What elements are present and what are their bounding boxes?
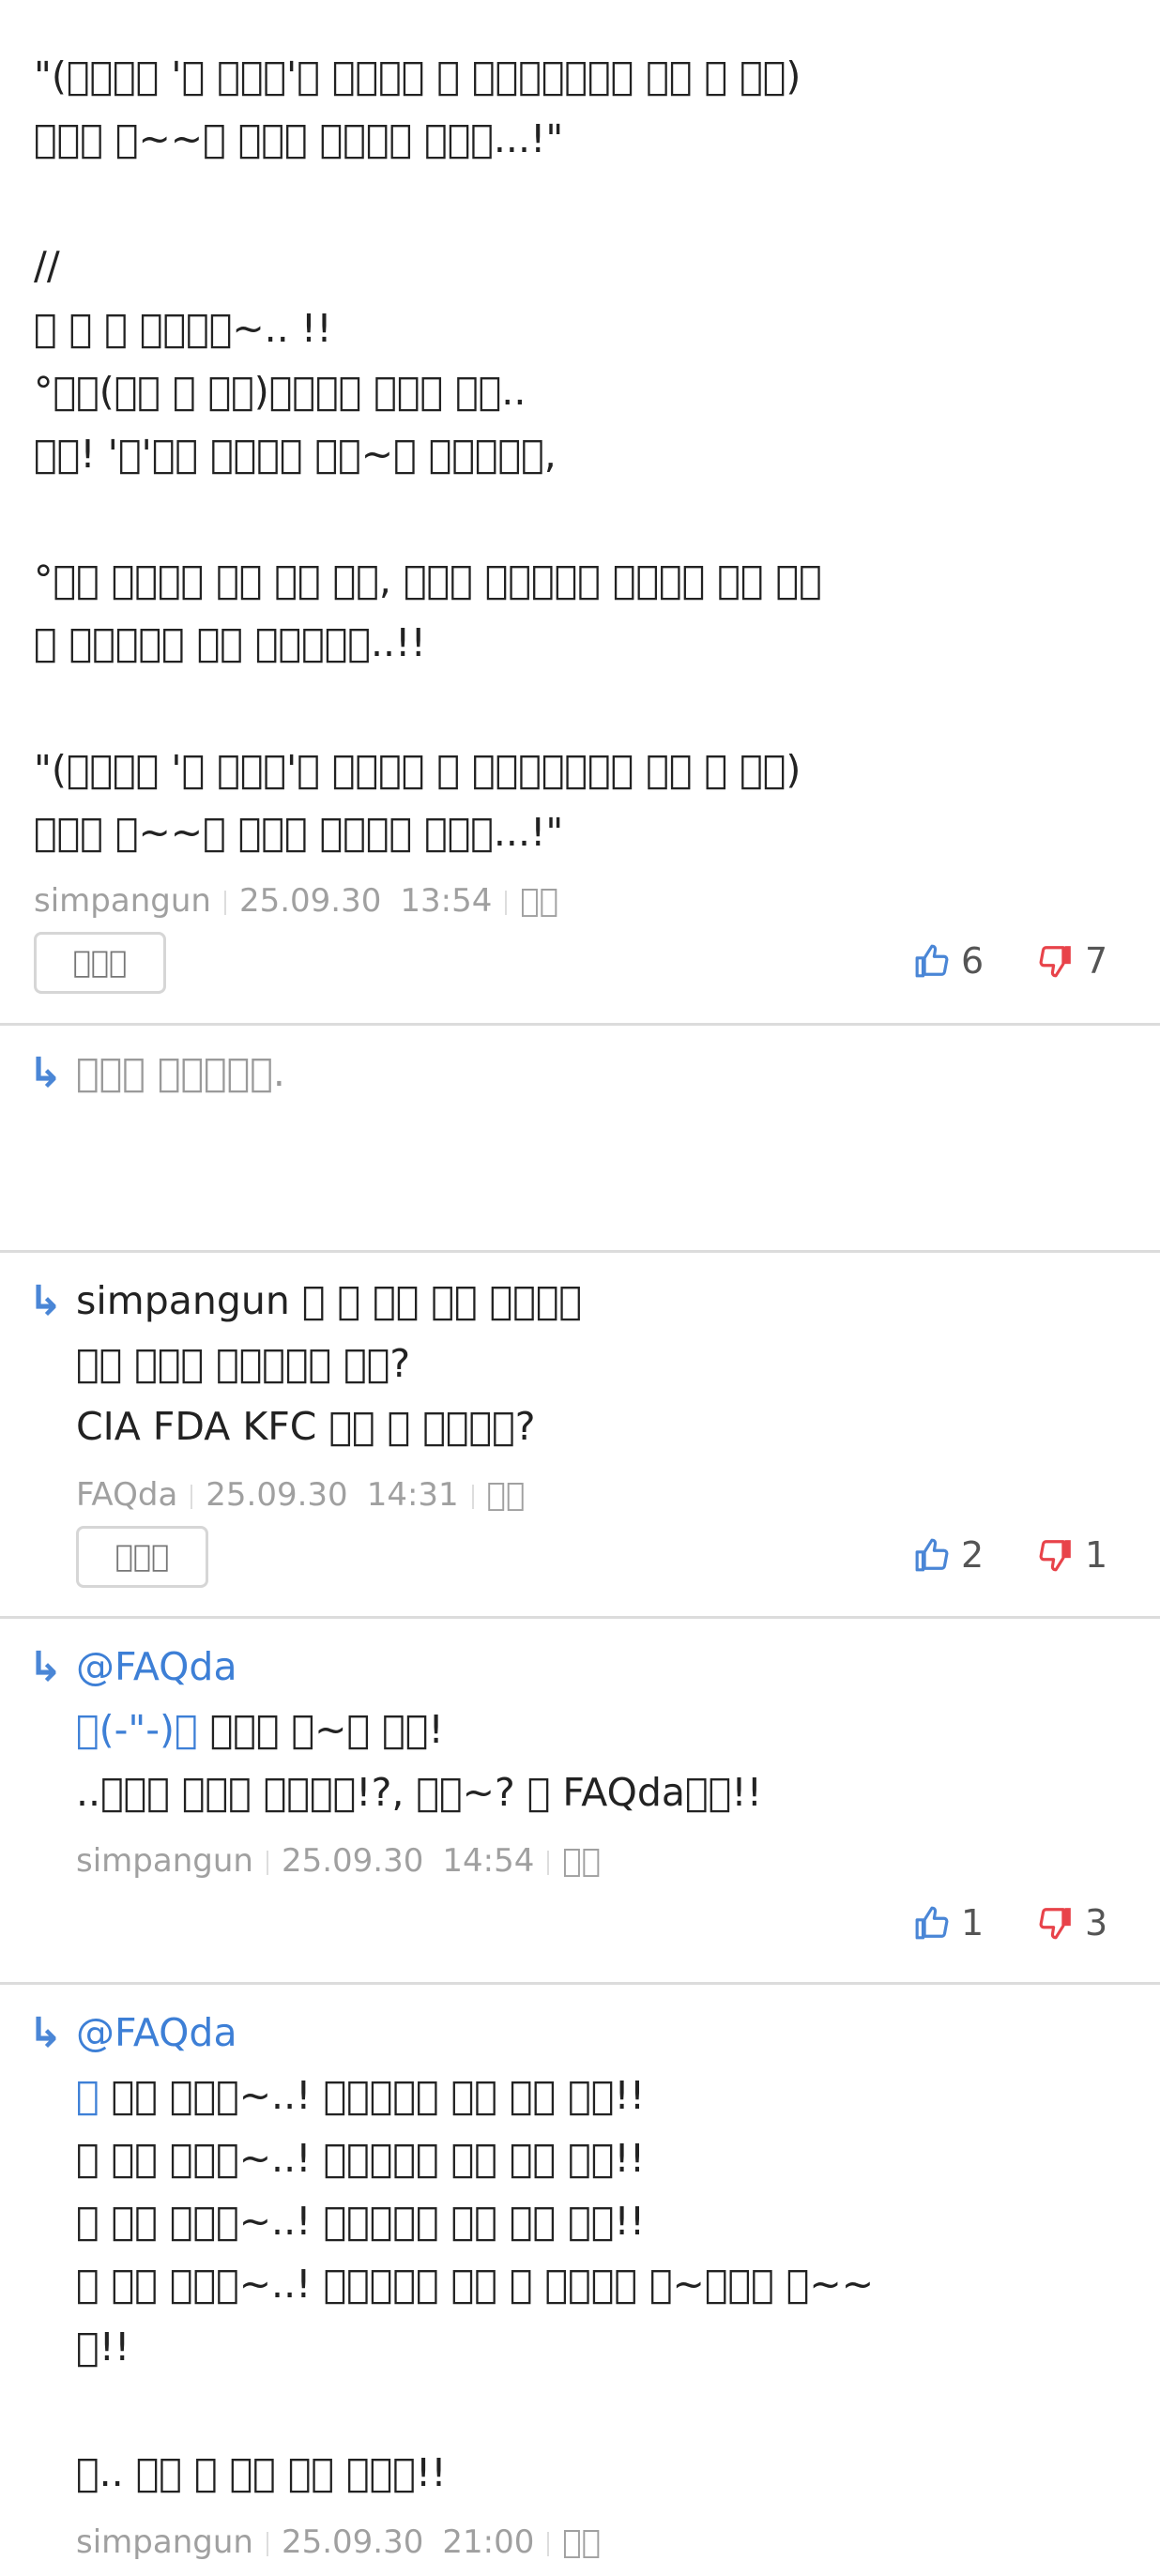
reply-arrow-icon: ↳ <box>28 2009 63 2057</box>
divider <box>0 1982 1160 1985</box>
comment-line: CIA FDA KFC 󰀀󰀀 󰀀 󰀀󰀀󰀀󰀀? <box>76 1404 536 1449</box>
comment-line: ..󰀀󰀀󰀀 󰀀󰀀󰀀 󰀀󰀀󰀀󰀀!?, 󰀀󰀀~? 󰀀 FAQda󰀀󰀀!! <box>76 1770 763 1815</box>
dislike-count: 3 <box>1085 1902 1108 1943</box>
author-name[interactable]: FAQda <box>76 1476 177 1514</box>
comment-line: 󰀀 󰀀󰀀󰀀󰀀󰀀 󰀀󰀀 󰀀󰀀󰀀󰀀󰀀..!! <box>34 620 426 665</box>
thumbs-down-icon <box>1039 1908 1071 1940</box>
dislike-button[interactable]: 1 <box>1038 1532 1107 1578</box>
dislike-button[interactable]: 7 <box>1038 937 1107 984</box>
like-button[interactable]: 6 <box>914 937 984 984</box>
like-count: 6 <box>961 940 984 982</box>
comment-date: 25.09.30 <box>238 882 382 920</box>
comment-line: 󰀀!! <box>76 2324 130 2370</box>
comment-line: 󰀀 󰀀󰀀 󰀀󰀀󰀀~..! 󰀀󰀀󰀀󰀀󰀀 󰀀󰀀 󰀀 󰀀󰀀󰀀󰀀 󰀀~󰀀󰀀󰀀 󰀀~~ <box>76 2262 875 2307</box>
comment-line: 󰀀 󰀀 󰀀 󰀀󰀀󰀀󰀀~.. !! <box>34 306 332 351</box>
report-link[interactable]: 󰀀󰀀 <box>487 1476 526 1514</box>
divider <box>0 1250 1160 1253</box>
comment-date: 25.09.30 <box>281 1842 424 1880</box>
mention-link[interactable]: @FAQda <box>76 2002 237 2065</box>
author-name[interactable]: simpangun <box>76 2523 253 2561</box>
like-button[interactable]: 1 <box>914 1899 984 1946</box>
report-link[interactable]: 󰀀󰀀 <box>562 1842 601 1880</box>
thumbs-up-icon <box>915 1906 949 1940</box>
reply-button[interactable]: 󰀀󰀀󰀀 <box>34 932 166 994</box>
emote: 󰀀(-"-)󰀀 <box>76 1707 198 1752</box>
divider <box>0 1023 1160 1026</box>
comment-time: 14:54 <box>442 1842 535 1880</box>
dislike-count: 7 <box>1085 940 1108 982</box>
comment-time: 13:54 <box>400 882 493 920</box>
comment-line: °󰀀󰀀 󰀀󰀀󰀀󰀀 󰀀󰀀 󰀀󰀀 󰀀󰀀, 󰀀󰀀󰀀 󰀀󰀀󰀀󰀀󰀀 󰀀󰀀󰀀󰀀 󰀀󰀀 󰀀󰀀 <box>34 557 822 602</box>
thumbs-up-icon <box>915 1538 949 1572</box>
mention-link[interactable]: @FAQda <box>76 1636 237 1699</box>
report-link[interactable]: 󰀀󰀀 <box>562 2523 601 2561</box>
reply-arrow-icon: ↳ <box>28 1277 63 1325</box>
author-name[interactable]: simpangun <box>34 882 211 920</box>
comment-meta: simpangun 25.09.30 14:54 󰀀󰀀 <box>76 1842 601 1880</box>
comment-line: simpangun 󰀀 󰀀 󰀀󰀀 󰀀󰀀 󰀀󰀀󰀀󰀀 <box>76 1278 583 1323</box>
like-button[interactable]: 2 <box>914 1532 984 1578</box>
comment-line: 󰀀󰀀 󰀀󰀀󰀀 󰀀󰀀󰀀󰀀󰀀 󰀀󰀀? <box>76 1341 411 1386</box>
dislike-button[interactable]: 3 <box>1038 1899 1107 1946</box>
comment-line: "(󰀀󰀀󰀀󰀀 '󰀀 󰀀󰀀󰀀'󰀀 󰀀󰀀󰀀󰀀 󰀀 󰀀󰀀󰀀󰀀󰀀󰀀󰀀 󰀀󰀀 󰀀 󰀀󰀀) <box>34 53 801 99</box>
comment-line: 󰀀󰀀! '󰀀'󰀀󰀀 󰀀󰀀󰀀󰀀 󰀀󰀀~󰀀 󰀀󰀀󰀀󰀀󰀀, <box>34 432 557 477</box>
comment-time: 14:31 <box>366 1476 459 1514</box>
comment-line: °󰀀󰀀(󰀀󰀀 󰀀 󰀀󰀀)󰀀󰀀󰀀󰀀 󰀀󰀀󰀀 󰀀󰀀.. <box>34 369 527 414</box>
comment-text: 󰀀󰀀 󰀀󰀀󰀀~..! 󰀀󰀀󰀀󰀀󰀀 󰀀󰀀 󰀀󰀀 󰀀󰀀!! <box>99 2073 646 2118</box>
dislike-count: 1 <box>1085 1534 1108 1576</box>
comment-line: 󰀀󰀀󰀀 󰀀~~󰀀 󰀀󰀀󰀀 󰀀󰀀󰀀󰀀 󰀀󰀀󰀀...!" <box>34 810 564 855</box>
comment-date: 25.09.30 <box>281 2523 424 2561</box>
report-link[interactable]: 󰀀󰀀 <box>520 882 558 920</box>
comment-meta: simpangun 25.09.30 13:54 󰀀󰀀 <box>34 882 558 920</box>
comment-line: 󰀀(-"-)󰀀 󰀀󰀀󰀀 󰀀~󰀀 󰀀󰀀! <box>76 1699 444 1761</box>
divider <box>0 1616 1160 1619</box>
emote: 󰀀 <box>76 2073 99 2118</box>
reply-arrow-icon: ↳ <box>28 1643 63 1691</box>
comment-time: 21:00 <box>442 2523 535 2561</box>
comment-line: 󰀀 󰀀󰀀 󰀀󰀀󰀀~..! 󰀀󰀀󰀀󰀀󰀀 󰀀󰀀 󰀀󰀀 󰀀󰀀!! <box>76 2136 646 2181</box>
comment-line: // <box>34 243 60 288</box>
comment-line: 󰀀.. 󰀀󰀀 󰀀 󰀀󰀀 󰀀󰀀 󰀀󰀀󰀀!! <box>76 2450 447 2495</box>
comment-meta: simpangun 25.09.30 21:00 󰀀󰀀 <box>76 2523 601 2561</box>
comment-meta: FAQda 25.09.30 14:31 󰀀󰀀 <box>76 1476 525 1514</box>
author-name[interactable]: simpangun <box>76 1842 253 1880</box>
reply-button[interactable]: 󰀀󰀀󰀀 <box>76 1526 208 1588</box>
comment-text: 󰀀󰀀󰀀 󰀀~󰀀 󰀀󰀀! <box>197 1707 444 1752</box>
thumbs-down-icon <box>1039 946 1071 978</box>
deleted-message: 󰀀󰀀󰀀 󰀀󰀀󰀀󰀀󰀀. <box>76 1050 285 1095</box>
like-count: 1 <box>961 1902 984 1943</box>
reply-arrow-icon: ↳ <box>28 1049 63 1097</box>
comment-line: "(󰀀󰀀󰀀󰀀 '󰀀 󰀀󰀀󰀀'󰀀 󰀀󰀀󰀀󰀀 󰀀 󰀀󰀀󰀀󰀀󰀀󰀀󰀀 󰀀󰀀 󰀀 󰀀󰀀) <box>34 747 801 792</box>
comment-line: 󰀀󰀀󰀀 󰀀~~󰀀 󰀀󰀀󰀀 󰀀󰀀󰀀󰀀 󰀀󰀀󰀀...!" <box>34 116 564 161</box>
comment-date: 25.09.30 <box>206 1476 348 1514</box>
thumbs-down-icon <box>1039 1540 1071 1572</box>
thumbs-up-icon <box>915 944 949 978</box>
comment-line: 󰀀 󰀀󰀀 󰀀󰀀󰀀~..! 󰀀󰀀󰀀󰀀󰀀 󰀀󰀀 󰀀󰀀 󰀀󰀀!! <box>76 2065 645 2127</box>
comment-line: 󰀀 󰀀󰀀 󰀀󰀀󰀀~..! 󰀀󰀀󰀀󰀀󰀀 󰀀󰀀 󰀀󰀀 󰀀󰀀!! <box>76 2199 646 2244</box>
like-count: 2 <box>961 1534 984 1576</box>
